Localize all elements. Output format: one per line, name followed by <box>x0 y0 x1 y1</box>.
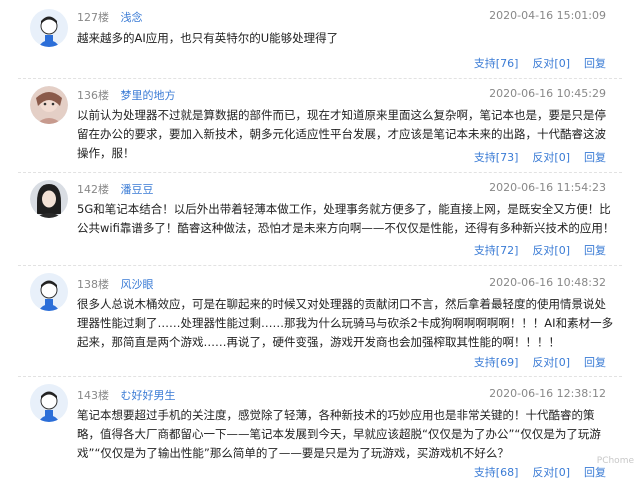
reply-button[interactable]: 回复 <box>584 57 606 70</box>
reply-button[interactable]: 回复 <box>584 151 606 164</box>
comment-actions: 支持[76] 反对[0] 回复 <box>460 55 606 71</box>
floor-number: 138楼 <box>77 278 109 291</box>
username-link[interactable]: 浅念 <box>121 11 143 24</box>
username-link[interactable]: む好好男生 <box>121 389 176 402</box>
oppose-button[interactable]: 反对[0] <box>532 151 570 164</box>
username-link[interactable]: 梦里的地方 <box>121 89 176 102</box>
floor-meta: 136楼 梦里的地方 <box>77 87 176 103</box>
reply-button[interactable]: 回复 <box>584 356 606 369</box>
comment-time: 2020-06-16 11:54:23 <box>489 181 606 194</box>
site-watermark: PChome <box>596 456 634 466</box>
floor-meta: 127楼 浅念 <box>77 9 143 25</box>
support-button[interactable]: 支持[68] <box>474 466 519 479</box>
username-link[interactable]: 潘豆豆 <box>121 183 154 196</box>
comment-actions: 支持[73] 反对[0] 回复 <box>460 149 606 165</box>
support-button[interactable]: 支持[76] <box>474 57 519 70</box>
oppose-button[interactable]: 反对[0] <box>532 57 570 70</box>
comment-time: 2020-06-16 10:48:32 <box>489 276 606 289</box>
support-button[interactable]: 支持[72] <box>474 244 519 257</box>
oppose-button[interactable]: 反对[0] <box>532 244 570 257</box>
default-avatar-icon[interactable] <box>30 9 68 47</box>
floor-number: 142楼 <box>77 183 109 196</box>
user-photo-avatar[interactable] <box>30 86 68 124</box>
divider <box>18 172 622 173</box>
floor-number: 143楼 <box>77 389 109 402</box>
support-button[interactable]: 支持[73] <box>474 151 519 164</box>
comment-actions: 支持[68] 反对[0] 回复 <box>460 464 606 480</box>
comment-time: 2020-06-16 12:38:12 <box>489 387 606 400</box>
divider <box>18 265 622 266</box>
reply-button[interactable]: 回复 <box>584 244 606 257</box>
comment-time: 2020-04-16 15:01:09 <box>489 9 606 22</box>
comment-actions: 支持[72] 反对[0] 回复 <box>460 242 606 258</box>
comment-text: 5G和笔记本结合！以后外出带着轻薄本做工作，处理事务就方便多了，能直接上网，是既… <box>77 202 615 235</box>
comment-text: 很多人总说木桶效应，可是在聊起来的时候又对处理器的贡献闭口不言，然后拿着最轻度的… <box>77 297 614 349</box>
default-avatar-icon[interactable] <box>30 273 68 311</box>
divider <box>18 376 622 377</box>
username-link[interactable]: 风沙眼 <box>121 278 154 291</box>
default-avatar-icon[interactable] <box>30 384 68 422</box>
floor-meta: 138楼 风沙眼 <box>77 276 154 292</box>
comment-text: 笔记本想要超过手机的关注度，感觉除了轻薄，各种新技术的巧妙应用也是非常关键的！十… <box>77 408 601 460</box>
floor-number: 136楼 <box>77 89 109 102</box>
floor-meta: 142楼 潘豆豆 <box>77 181 154 197</box>
divider <box>18 78 622 79</box>
oppose-button[interactable]: 反对[0] <box>532 466 570 479</box>
user-photo-avatar[interactable] <box>30 180 68 218</box>
oppose-button[interactable]: 反对[0] <box>532 356 570 369</box>
support-button[interactable]: 支持[69] <box>474 356 519 369</box>
floor-meta: 143楼 む好好男生 <box>77 387 176 403</box>
floor-number: 127楼 <box>77 11 109 24</box>
comment-text: 越来越多的AI应用，也只有英特尔的U能够处理得了 <box>77 31 339 45</box>
comment-time: 2020-06-16 10:45:29 <box>489 87 606 100</box>
comment-actions: 支持[69] 反对[0] 回复 <box>460 354 606 370</box>
